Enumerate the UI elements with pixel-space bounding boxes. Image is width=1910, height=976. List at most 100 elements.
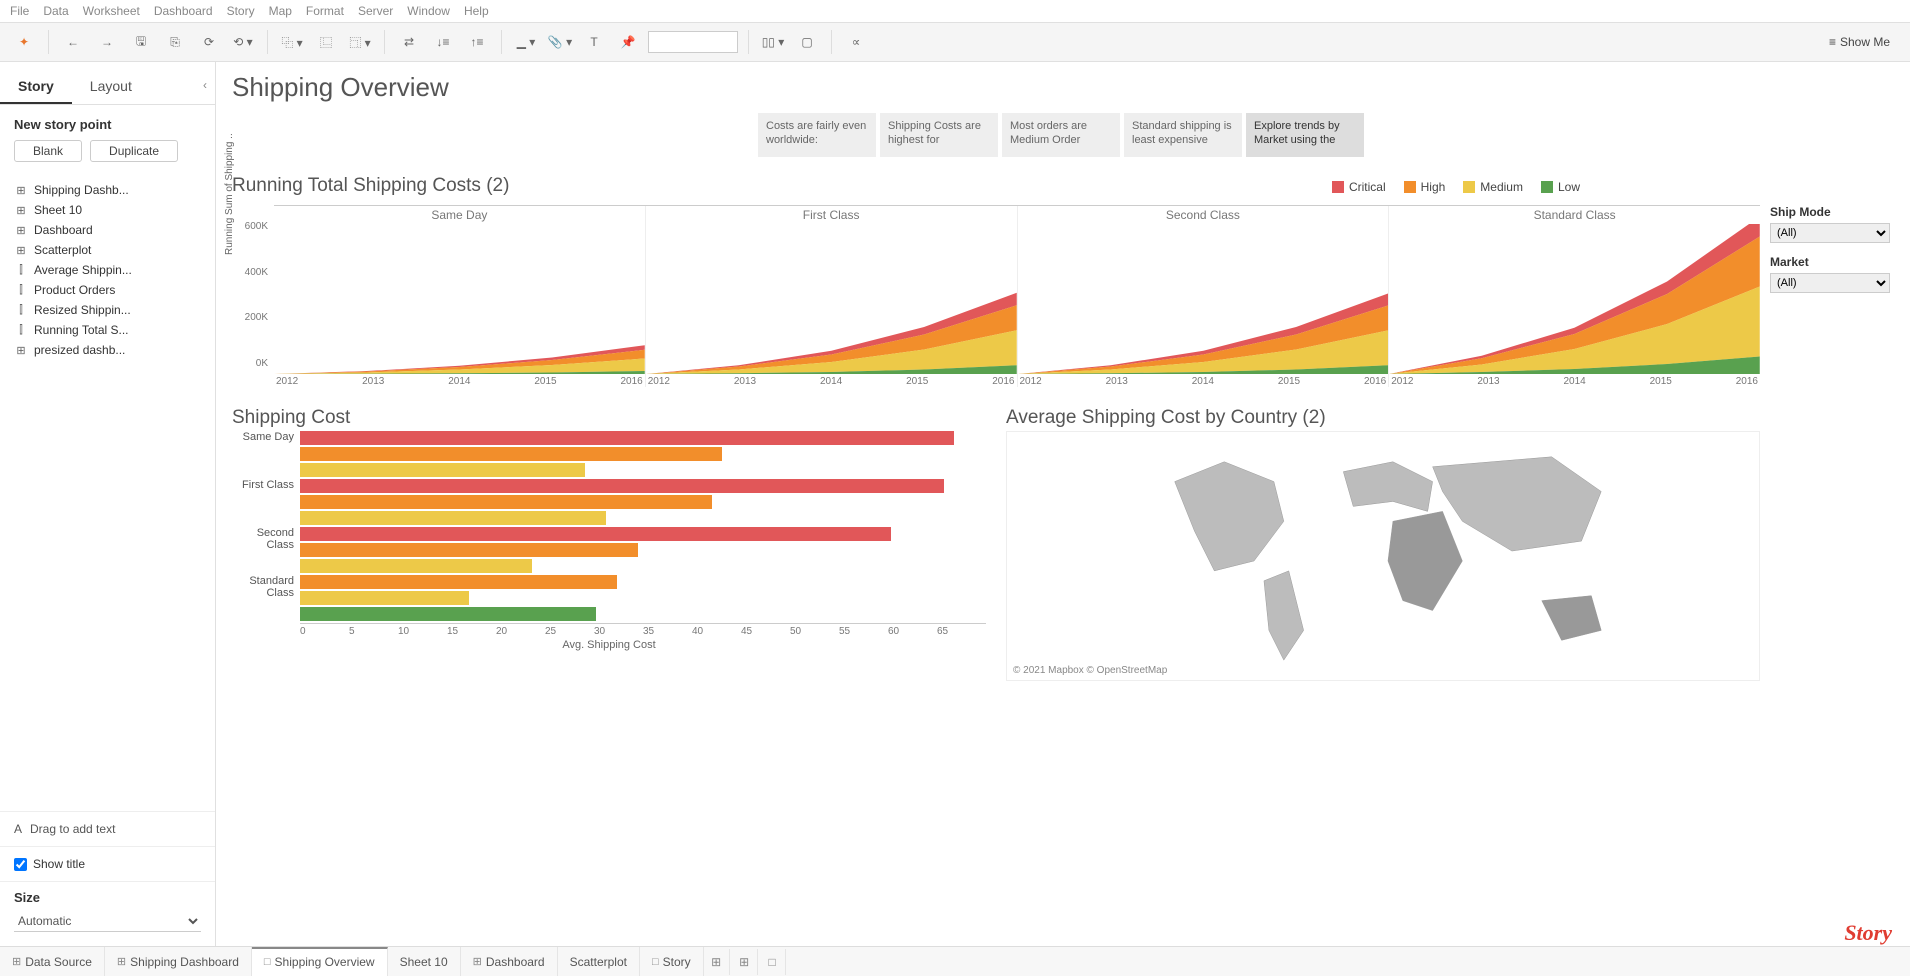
tab-story[interactable]: Story <box>0 70 72 104</box>
new-worksheet-icon[interactable]: ⿻ ▾ <box>278 28 306 56</box>
bar[interactable] <box>300 447 722 461</box>
blank-button[interactable]: Blank <box>14 140 82 162</box>
pin-icon[interactable]: 📌 <box>614 28 642 56</box>
bar[interactable] <box>300 591 469 605</box>
bottom-tab[interactable]: ⊞Data Source <box>0 947 105 976</box>
tab-icon: ⊞ <box>473 955 482 968</box>
share-icon[interactable]: ∝ <box>842 28 870 56</box>
save-icon[interactable]: 🖫 <box>127 28 155 56</box>
sheet-label: Resized Shippin... <box>34 303 131 317</box>
story-caption[interactable]: Costs are fairly even worldwide: <box>758 113 876 157</box>
story-caption[interactable]: Shipping Costs are highest for <box>880 113 998 157</box>
bar-row: Standard Class <box>232 575 986 623</box>
sheet-item[interactable]: ⫿Average Shippin... <box>0 260 215 280</box>
story-caption[interactable]: Most orders are Medium Order <box>1002 113 1120 157</box>
collapse-pane-icon[interactable]: ‹ <box>195 70 215 104</box>
sheet-item[interactable]: ⫿Product Orders <box>0 280 215 300</box>
filter-market-select[interactable]: (All) <box>1770 273 1890 293</box>
refresh-icon[interactable]: ⟳ <box>195 28 223 56</box>
show-title-checkbox[interactable]: Show title <box>0 846 215 881</box>
new-tab-icon[interactable]: ⊞ <box>704 949 730 975</box>
menu-server[interactable]: Server <box>358 4 393 18</box>
presentation-icon[interactable]: ▢ <box>793 28 821 56</box>
size-select[interactable]: Automatic <box>14 911 201 932</box>
menu-story[interactable]: Story <box>227 4 255 18</box>
sheet-label: Running Total S... <box>34 323 129 337</box>
show-me-button[interactable]: ≡ Show Me <box>1819 35 1900 49</box>
new-tab-icon[interactable]: ⊞ <box>732 949 758 975</box>
bar[interactable] <box>300 527 891 541</box>
bar[interactable] <box>300 607 596 621</box>
bar-chart[interactable]: Same DayFirst ClassSecond ClassStandard … <box>232 431 986 623</box>
bottom-tab[interactable]: ⊞Dashboard <box>461 947 558 976</box>
group-icon[interactable]: 📎 ▾ <box>546 28 574 56</box>
sheet-item[interactable]: ⊞Dashboard <box>0 220 215 240</box>
story-caption[interactable]: Explore trends by Market using the <box>1246 113 1364 157</box>
bar[interactable] <box>300 463 585 477</box>
back-icon[interactable]: ← <box>59 28 87 56</box>
menu-map[interactable]: Map <box>269 4 292 18</box>
label-icon[interactable]: T <box>580 28 608 56</box>
menu-dashboard[interactable]: Dashboard <box>154 4 213 18</box>
sheet-item[interactable]: ⊞Sheet 10 <box>0 200 215 220</box>
sheet-item[interactable]: ⫿Running Total S... <box>0 320 215 340</box>
bottom-tab[interactable]: □Story <box>640 947 704 976</box>
legend-item[interactable]: Low <box>1541 180 1580 194</box>
area-panel[interactable]: Same Day20122013201420152016 <box>274 206 646 387</box>
menu-worksheet[interactable]: Worksheet <box>83 4 140 18</box>
sheet-item[interactable]: ⊞Shipping Dashb... <box>0 180 215 200</box>
bottom-tab[interactable]: Scatterplot <box>558 947 640 976</box>
filter-shipmode-select[interactable]: (All) <box>1770 223 1890 243</box>
drag-to-add-text[interactable]: A Drag to add text <box>0 811 215 846</box>
duplicate-button[interactable]: Duplicate <box>90 140 178 162</box>
sheet-icon: ⫿ <box>14 264 28 277</box>
bar[interactable] <box>300 559 532 573</box>
menu-data[interactable]: Data <box>43 4 68 18</box>
forward-icon[interactable]: → <box>93 28 121 56</box>
area-panel[interactable]: Standard Class20122013201420152016 <box>1389 206 1760 387</box>
bar[interactable] <box>300 575 617 589</box>
bottom-tab[interactable]: ⊞Shipping Dashboard <box>105 947 252 976</box>
tab-label: Shipping Dashboard <box>130 955 239 969</box>
menu-format[interactable]: Format <box>306 4 344 18</box>
highlight-icon[interactable]: ▁ ▾ <box>512 28 540 56</box>
bottom-tab[interactable]: □Shipping Overview <box>252 947 388 976</box>
show-title-input[interactable] <box>14 858 27 871</box>
auto-update-icon[interactable]: ⟲ ▾ <box>229 28 257 56</box>
bottom-tab[interactable]: Sheet 10 <box>388 947 461 976</box>
bar[interactable] <box>300 431 954 445</box>
legend-item[interactable]: Critical <box>1332 180 1386 194</box>
tab-layout[interactable]: Layout <box>72 70 150 104</box>
x-axis: 20122013201420152016 <box>646 374 1017 387</box>
bar[interactable] <box>300 495 712 509</box>
sort-desc-icon[interactable]: ↑≡ <box>463 28 491 56</box>
bar-category: Standard Class <box>232 575 300 599</box>
sort-asc-icon[interactable]: ↓≡ <box>429 28 457 56</box>
area-panel[interactable]: Second Class20122013201420152016 <box>1018 206 1390 387</box>
sheet-item[interactable]: ⫿Resized Shippin... <box>0 300 215 320</box>
new-tab-icon[interactable]: □ <box>760 949 786 975</box>
story-caption[interactable]: Standard shipping is least expensive <box>1124 113 1242 157</box>
sheet-item[interactable]: ⊞presized dashb... <box>0 340 215 360</box>
menu-file[interactable]: File <box>10 4 29 18</box>
legend-item[interactable]: High <box>1404 180 1446 194</box>
world-map[interactable]: © 2021 Mapbox © OpenStreetMap <box>1006 431 1760 681</box>
menu-window[interactable]: Window <box>407 4 450 18</box>
legend-label: Medium <box>1480 180 1523 194</box>
sheet-item[interactable]: ⊞Scatterplot <box>0 240 215 260</box>
x-axis: 20122013201420152016 <box>274 374 645 387</box>
fit-icon[interactable]: ▯▯ ▾ <box>759 28 787 56</box>
toolbar-search-input[interactable] <box>648 31 738 53</box>
swap-icon[interactable]: ⇄ <box>395 28 423 56</box>
bar[interactable] <box>300 511 606 525</box>
tableau-logo-icon[interactable]: ✦ <box>10 28 38 56</box>
bar[interactable] <box>300 543 638 557</box>
bar[interactable] <box>300 479 944 493</box>
menu-help[interactable]: Help <box>464 4 489 18</box>
duplicate-icon[interactable]: ⿺ <box>312 28 340 56</box>
map-attribution: © 2021 Mapbox © OpenStreetMap <box>1013 665 1167 676</box>
clear-icon[interactable]: ⿹ ▾ <box>346 28 374 56</box>
new-data-icon[interactable]: ⎘ <box>161 28 189 56</box>
legend-item[interactable]: Medium <box>1463 180 1523 194</box>
area-panel[interactable]: First Class20122013201420152016 <box>646 206 1018 387</box>
